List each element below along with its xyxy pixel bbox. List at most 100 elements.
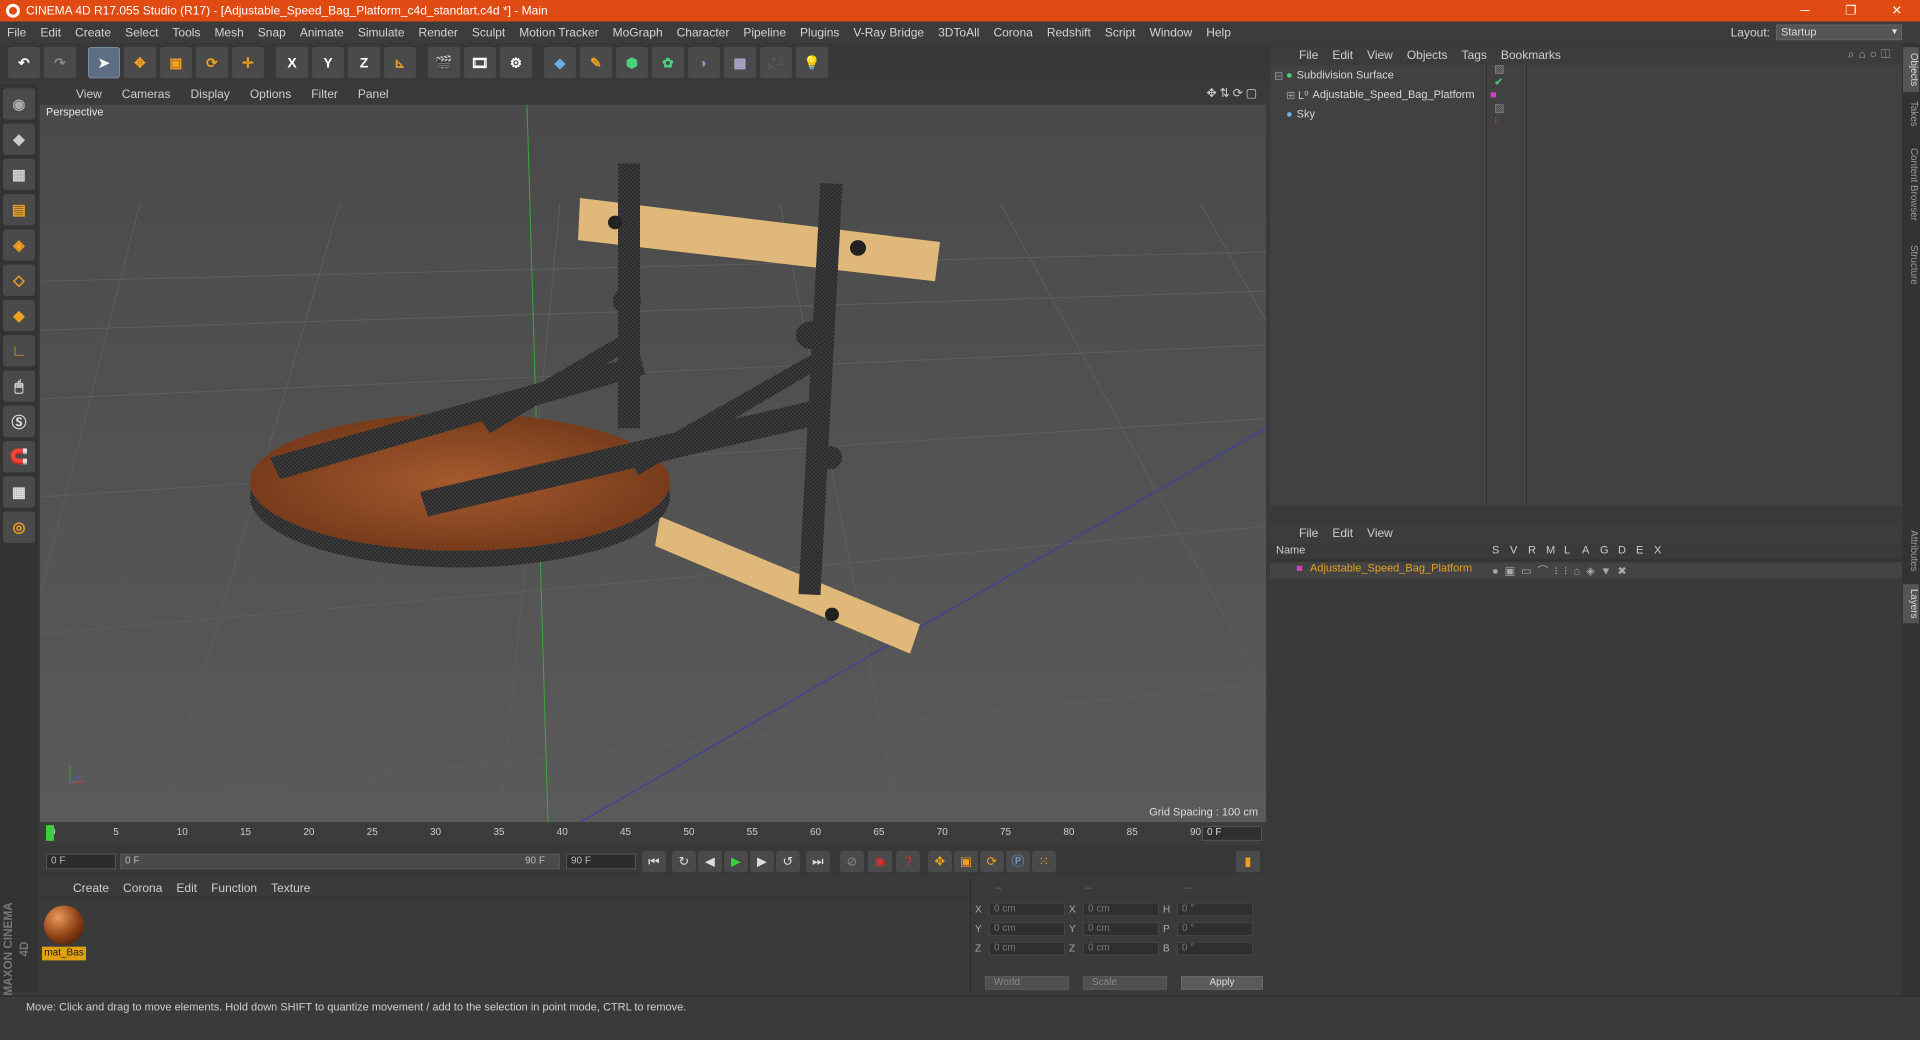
tab-objects[interactable]: Objects xyxy=(1903,47,1919,93)
viewport-menu-filter[interactable]: Filter xyxy=(301,87,348,101)
live-selection-button[interactable]: ➤ xyxy=(88,47,120,79)
make-editable-button[interactable]: ◉ xyxy=(3,88,35,120)
menu-character[interactable]: Character xyxy=(670,22,737,44)
mat-menu-function[interactable]: Function xyxy=(204,881,264,895)
goto-end-button[interactable]: ⏭ xyxy=(806,850,830,873)
position-y-field[interactable]: 0 cm xyxy=(989,922,1065,936)
loop-forward-button[interactable]: ↺ xyxy=(776,850,800,873)
maximize-button[interactable]: ❐ xyxy=(1828,0,1874,22)
key-position-button[interactable]: ✥ xyxy=(928,850,952,873)
minimize-button[interactable]: ─ xyxy=(1782,0,1828,22)
object-manager-search-icon[interactable]: ⌕⌂○◫ xyxy=(1848,47,1894,62)
spline-pen-button[interactable]: ✎ xyxy=(580,47,612,79)
menu-mesh[interactable]: Mesh xyxy=(207,22,250,44)
texture-mode-button[interactable]: ▩ xyxy=(3,158,35,191)
material-name[interactable]: mat_Bas xyxy=(42,946,86,961)
next-frame-button[interactable]: ▶ xyxy=(750,850,774,873)
tab-content-browser[interactable]: Content Browser xyxy=(1903,137,1919,231)
points-mode-button[interactable]: ◈ xyxy=(3,229,35,261)
viewport-menu-panel[interactable]: Panel xyxy=(348,87,399,101)
menu-3dtoall[interactable]: 3DToAll xyxy=(931,22,986,44)
end-frame-field[interactable]: 90 F xyxy=(566,853,636,870)
keyframe-selection-button[interactable]: ⊘ xyxy=(840,850,864,873)
record-button[interactable]: ◉ xyxy=(868,850,892,873)
y-axis-button[interactable]: Y xyxy=(312,47,344,79)
key-rotation-button[interactable]: ⟳ xyxy=(980,850,1004,873)
key-pla-button[interactable]: ⁙ xyxy=(1032,850,1056,873)
layer-menu-file[interactable]: File xyxy=(1292,526,1325,540)
render-picture-viewer-button[interactable]: 🎞 xyxy=(464,47,496,79)
camera-button[interactable]: 🎥 xyxy=(760,47,792,79)
menu-corona[interactable]: Corona xyxy=(986,22,1039,44)
axis-mode-button[interactable]: ∟ xyxy=(3,335,35,367)
menu-animate[interactable]: Animate xyxy=(293,22,351,44)
layer-menu-view[interactable]: View xyxy=(1360,526,1400,540)
obj-menu-objects[interactable]: Objects xyxy=(1400,48,1455,62)
rotation-p-field[interactable]: 0 ° xyxy=(1177,922,1253,936)
object-row-platform[interactable]: ⊞ L⁰ Adjustable_Speed_Bag_Platform ■ xyxy=(1286,86,1497,104)
x-axis-button[interactable]: X xyxy=(276,47,308,79)
menu-help[interactable]: Help xyxy=(1199,22,1238,44)
menu-render[interactable]: Render xyxy=(412,22,465,44)
material-swatch[interactable] xyxy=(44,905,84,945)
tab-attributes[interactable]: Attributes xyxy=(1903,521,1919,580)
transform-tool-button[interactable]: ✛ xyxy=(232,47,264,79)
menu-create[interactable]: Create xyxy=(68,22,118,44)
timeline-window-button[interactable]: ▮ xyxy=(1236,850,1260,873)
key-scale-button[interactable]: ▣ xyxy=(954,850,978,873)
viewport-menu-display[interactable]: Display xyxy=(180,87,239,101)
menu-plugins[interactable]: Plugins xyxy=(793,22,846,44)
obj-menu-edit[interactable]: Edit xyxy=(1325,48,1360,62)
mat-menu-create[interactable]: Create xyxy=(66,881,116,895)
menu-edit[interactable]: Edit xyxy=(33,22,68,44)
tweak-mode-button[interactable]: 🖱 xyxy=(3,370,35,402)
apply-button[interactable]: Apply xyxy=(1181,976,1263,990)
undo-button[interactable]: ↶ xyxy=(8,47,40,79)
close-button[interactable]: ✕ xyxy=(1874,0,1920,22)
layer-row[interactable]: ■ Adjustable_Speed_Bag_Platform ●▣▭⌒⁝⁝⌂◈… xyxy=(1270,562,1902,579)
size-x-field[interactable]: 0 cm xyxy=(1083,902,1159,917)
deformer-button[interactable]: ◗ xyxy=(688,47,720,79)
polygons-mode-button[interactable]: ◆ xyxy=(3,299,35,332)
obj-menu-view[interactable]: View xyxy=(1360,48,1400,62)
light-button[interactable]: 💡 xyxy=(796,47,828,79)
render-settings-button[interactable]: ⚙ xyxy=(500,47,532,79)
layout-select[interactable]: Startup xyxy=(1776,24,1902,41)
obj-menu-bookmarks[interactable]: Bookmarks xyxy=(1494,48,1568,62)
coord-mode-select[interactable]: Scale xyxy=(1083,976,1167,990)
magnet-tool-button[interactable]: 🧲 xyxy=(3,441,35,473)
menu-pipeline[interactable]: Pipeline xyxy=(736,22,793,44)
playhead[interactable] xyxy=(46,825,54,841)
loop-button[interactable]: ↻ xyxy=(672,850,696,873)
menu-mograph[interactable]: MoGraph xyxy=(606,22,670,44)
move-tool-button[interactable]: ✥ xyxy=(124,47,156,79)
timeline-ruler[interactable]: 051015202530354045505560657075808590 0 F xyxy=(40,823,1266,845)
size-y-field[interactable]: 0 cm xyxy=(1083,922,1159,936)
redo-button[interactable]: ↷ xyxy=(44,47,76,79)
visibility-dots-icon[interactable]: ▨ ⁝ xyxy=(1494,102,1504,128)
menu-select[interactable]: Select xyxy=(118,22,165,44)
tab-structure[interactable]: Structure xyxy=(1903,237,1919,292)
mograph-cloner-button[interactable]: ✿ xyxy=(652,47,684,79)
tab-layers[interactable]: Layers xyxy=(1903,584,1919,624)
rotate-tool-button[interactable]: ⟳ xyxy=(196,47,228,79)
perspective-viewport[interactable]: Perspective Grid Spacing : 100 cm xyxy=(40,104,1266,823)
coord-space-select[interactable]: World xyxy=(985,976,1069,990)
workplane-mode-button[interactable]: ▤ xyxy=(3,194,35,226)
layer-name[interactable]: Adjustable_Speed_Bag_Platform xyxy=(1310,563,1472,575)
coordinate-system-button[interactable]: ⊾ xyxy=(384,47,416,79)
viewport-menu-cameras[interactable]: Cameras xyxy=(112,87,181,101)
tab-takes[interactable]: Takes xyxy=(1903,96,1919,131)
floor-button[interactable]: ▦ xyxy=(724,47,756,79)
mat-menu-corona[interactable]: Corona xyxy=(116,881,169,895)
menu-script[interactable]: Script xyxy=(1098,22,1143,44)
menu-window[interactable]: Window xyxy=(1143,22,1200,44)
snap-button[interactable]: Ⓢ xyxy=(3,405,35,438)
z-axis-button[interactable]: Z xyxy=(348,47,380,79)
edges-mode-button[interactable]: ◇ xyxy=(3,264,35,296)
mat-menu-texture[interactable]: Texture xyxy=(264,881,317,895)
menu-sculpt[interactable]: Sculpt xyxy=(465,22,512,44)
object-row-sky[interactable]: ● Sky ▨ ⁝ xyxy=(1274,103,1504,128)
menu-vray-bridge[interactable]: V-Ray Bridge xyxy=(846,22,931,44)
position-z-field[interactable]: 0 cm xyxy=(989,941,1065,956)
